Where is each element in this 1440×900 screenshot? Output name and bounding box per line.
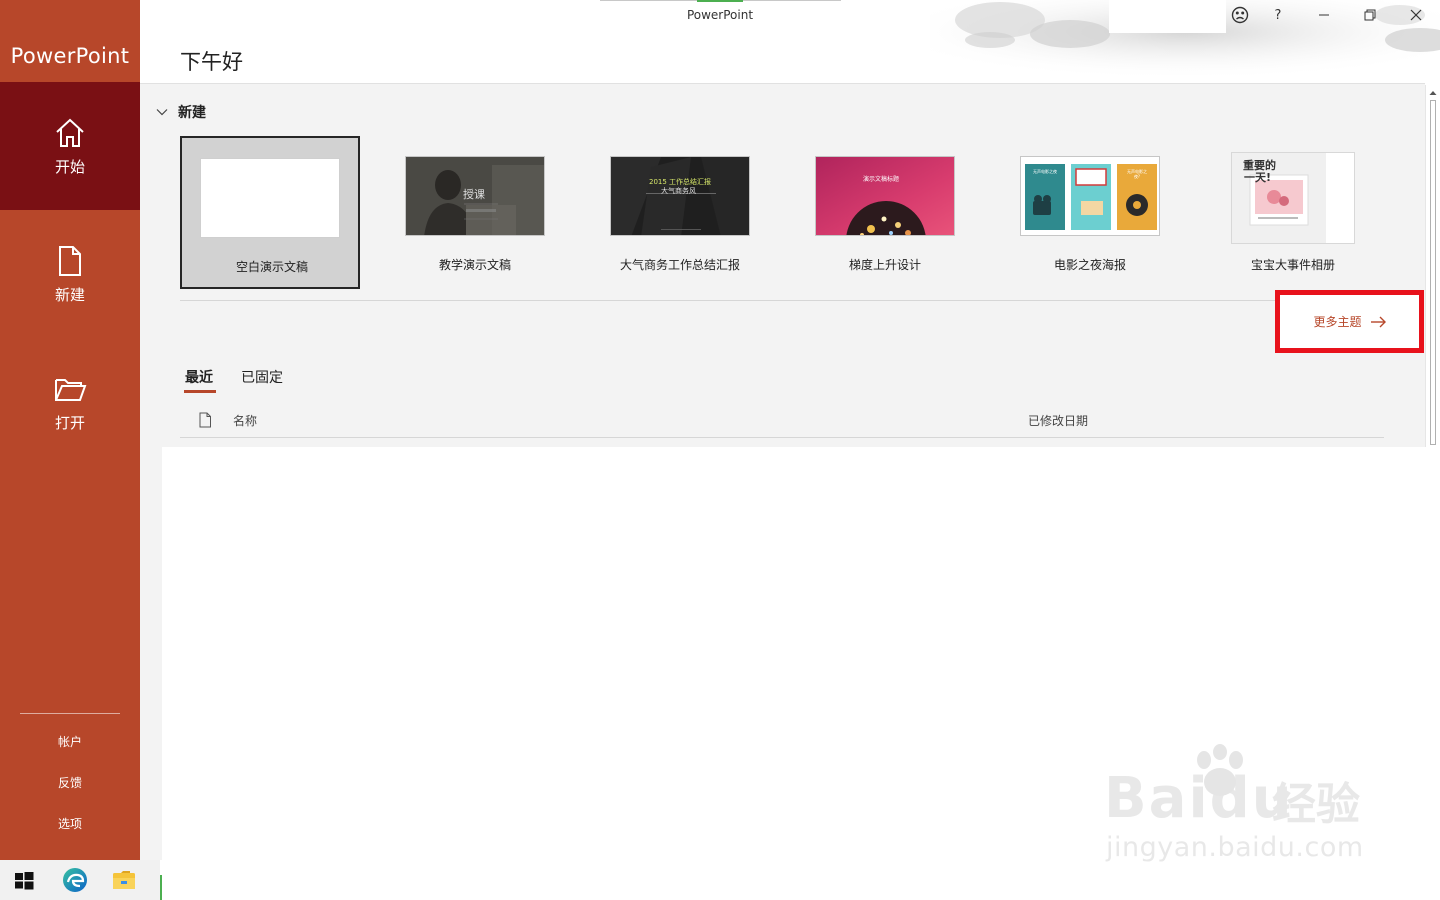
template-label: 空白演示文稿: [235, 260, 308, 274]
minimize-icon: [1319, 14, 1329, 16]
close-button[interactable]: [1397, 0, 1435, 30]
template-thumb-teaching: 授课: [405, 156, 545, 236]
nav-new-label: 新建: [54, 285, 85, 304]
new-section-label: 新建: [178, 105, 206, 121]
tab-pinned[interactable]: 已固定: [241, 367, 283, 387]
template-blank[interactable]: 空白演示文稿: [180, 136, 360, 289]
file-icon: [199, 412, 211, 428]
template-thumb-movie: 无声电影之夜 无声电影之夜?: [1020, 156, 1160, 236]
template-thumb-text-1: 无声电影之夜: [1033, 169, 1057, 174]
tab-recent[interactable]: 最近: [185, 367, 213, 387]
template-label: 教学演示文稿: [438, 258, 511, 272]
minimize-button[interactable]: [1305, 0, 1343, 30]
nav-open[interactable]: 打开: [0, 338, 140, 466]
template-baby-album[interactable]: 重要的 一天! 宝宝大事件相册: [1205, 136, 1385, 289]
windows-start-icon[interactable]: [12, 868, 36, 892]
nav-home[interactable]: 开始: [0, 82, 140, 210]
list-header-divider: [180, 437, 1384, 438]
section-divider: [180, 300, 1384, 301]
template-gradient[interactable]: 演示文稿标题 梯度上升设计: [795, 136, 975, 289]
template-thumb-blank: [200, 158, 340, 238]
template-thumb-gradient: 演示文稿标题: [815, 156, 955, 236]
file-explorer-icon[interactable]: [110, 866, 138, 894]
restore-button[interactable]: [1351, 0, 1389, 30]
template-thumb-text-2: 大气商务风: [661, 187, 696, 195]
template-label: 梯度上升设计: [848, 258, 921, 272]
new-file-icon: [59, 245, 81, 276]
edge-browser-icon[interactable]: [61, 866, 89, 894]
watermark-cn: 经验: [1272, 779, 1360, 830]
column-name[interactable]: 名称: [233, 412, 257, 429]
title-search-box[interactable]: [1109, 0, 1226, 33]
column-modified[interactable]: 已修改日期: [1028, 412, 1088, 429]
template-thumb-text: 授课: [463, 188, 485, 201]
nav-home-label: 开始: [54, 157, 85, 176]
help-button[interactable]: ?: [1259, 0, 1297, 30]
template-business-summary[interactable]: 2015 工作总结汇报 大气商务风 大气商务工作总结汇报: [590, 136, 770, 289]
scroll-up-icon[interactable]: [1428, 88, 1438, 98]
nav-new[interactable]: 新建: [0, 210, 140, 338]
template-thumb-text-2: 无声电影之夜?: [1127, 169, 1147, 179]
tab-recent-underline: [184, 390, 216, 393]
open-folder-icon: [55, 378, 87, 401]
account-link[interactable]: 帐户: [0, 733, 140, 750]
chevron-down-icon: [156, 109, 168, 116]
baidu-watermark: Baidu 经验 jingyan.baidu.com: [1100, 740, 1380, 870]
sidebar: PowerPoint 开始 新建 打开 帐户 反馈 选项: [0, 0, 140, 860]
sad-face-icon: [1231, 6, 1249, 24]
greeting: 下午好: [180, 50, 243, 74]
more-themes-button[interactable]: 更多主题: [1275, 290, 1424, 353]
more-themes-label: 更多主题: [1313, 315, 1362, 329]
template-thumb-business: 2015 工作总结汇报 大气商务风: [610, 156, 750, 236]
feedback-face-button[interactable]: [1221, 0, 1259, 30]
options-link[interactable]: 选项: [0, 815, 140, 832]
feedback-link[interactable]: 反馈: [0, 774, 140, 791]
template-movie-night[interactable]: 无声电影之夜 无声电影之夜? 电影之夜海报: [1000, 136, 1180, 289]
panel-left-edge: [140, 447, 162, 860]
sidebar-divider: [20, 713, 120, 714]
arrow-right-icon: [1370, 316, 1386, 327]
restore-icon: [1364, 9, 1376, 21]
template-label: 宝宝大事件相册: [1250, 258, 1335, 272]
template-thumb-text-2: 一天!: [1244, 171, 1272, 184]
taskbar-edge: [160, 875, 162, 900]
template-label: 电影之夜海报: [1053, 258, 1126, 272]
window-title: PowerPoint: [686, 8, 754, 22]
template-label: 大气商务工作总结汇报: [619, 258, 740, 272]
template-thumb-text: 演示文稿标题: [863, 176, 900, 183]
app-brand: PowerPoint: [10, 44, 130, 68]
new-section-toggle[interactable]: 新建: [156, 102, 206, 122]
scroll-thumb[interactable]: [1430, 100, 1436, 445]
paw-icon: [1197, 744, 1243, 796]
close-icon: [1410, 9, 1422, 21]
help-icon: ?: [1274, 7, 1282, 23]
template-thumb-baby: 重要的 一天!: [1231, 152, 1355, 244]
template-teaching[interactable]: 授课 教学演示文稿: [385, 136, 565, 289]
watermark-url: jingyan.baidu.com: [1106, 832, 1364, 863]
titlebar-accent: [697, 0, 743, 2]
home-icon: [56, 118, 84, 147]
nav-open-label: 打开: [54, 413, 85, 432]
